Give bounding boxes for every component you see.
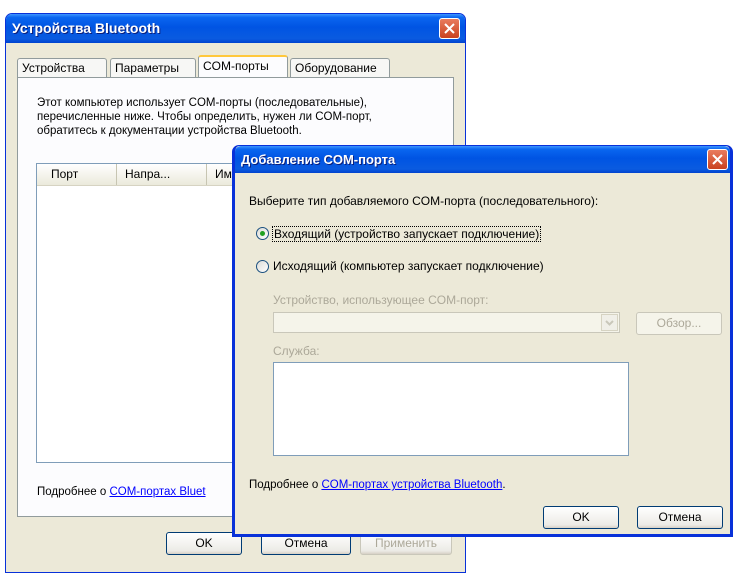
close-button[interactable] <box>439 18 460 39</box>
dialog-more-suffix: . <box>502 479 506 491</box>
radio-incoming[interactable] <box>256 227 269 240</box>
tab-com-ports[interactable]: COM-порты <box>198 55 288 77</box>
dialog-close-button[interactable] <box>707 149 728 170</box>
device-label: Устройство, использующее COM-порт: <box>273 293 489 307</box>
device-select-dropdown[interactable] <box>601 314 618 331</box>
service-field[interactable] <box>273 362 629 456</box>
dialog-cancel-button[interactable]: Отмена <box>637 506 723 529</box>
description-line-3: обратитесь к документации устройства Blu… <box>37 125 302 137</box>
close-icon <box>712 154 723 165</box>
dialog-title-bar[interactable]: Добавление COM-порта <box>235 146 730 173</box>
more-info-link[interactable]: COM-портах Bluet <box>109 486 205 498</box>
radio-outgoing-label[interactable]: Исходящий (компьютер запускает подключен… <box>273 259 544 273</box>
description-line-1: Этот компьютер использует COM-порты (пос… <box>37 97 368 109</box>
tab-hardware[interactable]: Оборудование <box>290 58 390 77</box>
description-line-2: перечисленные ниже. Чтобы определить, ну… <box>37 111 372 123</box>
dialog-more-prefix: Подробнее о <box>249 479 322 491</box>
device-select[interactable] <box>273 312 620 333</box>
tab-parameters[interactable]: Параметры <box>110 58 196 77</box>
browse-button[interactable]: Обзор... <box>636 312 722 335</box>
dialog-ok-button[interactable]: OK <box>543 506 619 529</box>
title-bar[interactable]: Устройства Bluetooth <box>6 14 465 43</box>
dialog-title: Добавление COM-порта <box>241 152 396 167</box>
radio-outgoing[interactable] <box>256 260 269 273</box>
radio-incoming-label[interactable]: Входящий (устройство запускает подключен… <box>272 226 542 242</box>
service-label: Служба: <box>273 344 320 358</box>
window-title: Устройства Bluetooth <box>12 20 161 36</box>
column-port[interactable]: Порт <box>37 164 117 185</box>
ok-button[interactable]: OK <box>166 532 242 555</box>
close-icon <box>444 23 455 34</box>
dialog-more-info: Подробнее о COM-портах устройства Blueto… <box>249 479 506 491</box>
add-com-port-dialog: Добавление COM-порта Выберите тип добавл… <box>232 145 733 537</box>
more-info-prefix: Подробнее о <box>37 486 110 498</box>
chevron-down-icon <box>605 320 614 326</box>
more-info-text: Подробнее о COM-портах Bluet <box>37 486 206 498</box>
column-direction[interactable]: Напра... <box>117 164 207 185</box>
dialog-prompt: Выберите тип добавляемого COM-порта (пос… <box>249 194 599 208</box>
radio-selected-dot <box>260 231 265 236</box>
tab-devices[interactable]: Устройства <box>17 58 107 77</box>
dialog-more-link[interactable]: COM-портах устройства Bluetooth <box>321 479 502 491</box>
